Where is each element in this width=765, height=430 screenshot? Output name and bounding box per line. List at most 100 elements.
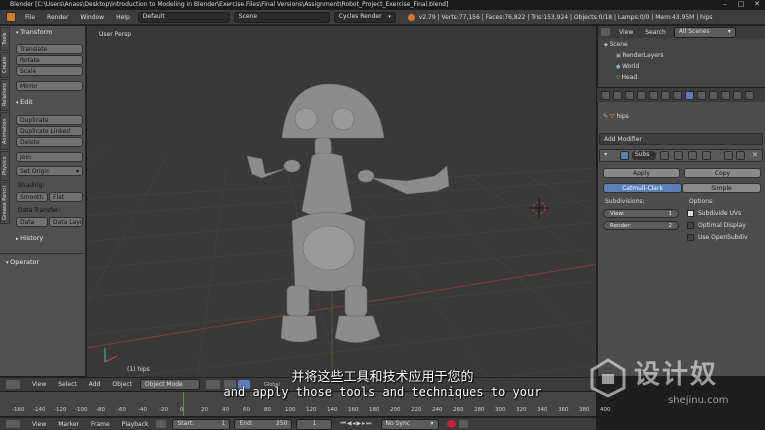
tab-physics[interactable]: Physics <box>0 151 10 181</box>
menu-render[interactable]: Render <box>41 14 74 21</box>
layout-selector[interactable]: Default <box>137 11 230 23</box>
add-modifier-dropdown[interactable]: Add Modifier <box>599 133 763 145</box>
tab-animation[interactable]: Animation <box>0 112 10 150</box>
start-frame-field[interactable]: Start: 1 <box>172 418 231 430</box>
record-icon[interactable] <box>446 420 456 428</box>
render-engine-selector[interactable]: Cycles Render ▾ <box>333 11 396 23</box>
subdivide-uvs-checkbox[interactable] <box>687 210 694 217</box>
scene-tab-icon[interactable] <box>625 91 634 100</box>
data-layout-button[interactable]: Data Layo <box>49 217 83 227</box>
range-toggle-icon[interactable] <box>156 420 167 428</box>
ruler-tick-label: -140 <box>33 407 46 413</box>
3d-cursor-icon <box>529 198 549 218</box>
outliner-item-scene[interactable]: ◆ Scene <box>604 41 628 48</box>
layers-tab-icon[interactable] <box>613 91 622 100</box>
data-tab-icon[interactable] <box>697 91 706 100</box>
menu-window[interactable]: Window <box>74 14 110 21</box>
outliner-item-renderlayers[interactable]: ▣ RenderLayers <box>616 52 664 59</box>
operator-panel-header[interactable]: ▾ Operator <box>6 258 39 266</box>
watermark-url: shejinu.com <box>668 395 729 406</box>
keying-set-icon[interactable] <box>458 420 468 428</box>
scene-selector[interactable]: Scene <box>233 11 330 23</box>
edit-mode-icon[interactable] <box>688 151 697 160</box>
optimal-display-checkbox[interactable] <box>687 222 694 229</box>
tab-tools[interactable]: Tools <box>0 27 10 51</box>
end-frame-field[interactable]: End: 250 <box>234 418 293 430</box>
simple-button[interactable]: Simple <box>682 183 761 193</box>
pin-icon[interactable]: ✎ <box>603 113 610 120</box>
tab-create[interactable]: Create <box>0 52 10 78</box>
on-cage-icon[interactable] <box>702 151 711 160</box>
history-panel-header[interactable]: ▸ History <box>16 234 43 242</box>
delete-button[interactable]: Delete <box>16 137 83 147</box>
flat-button[interactable]: Flat <box>49 192 83 202</box>
subsurf-icon <box>620 151 629 160</box>
tab-relations[interactable]: Relations <box>0 79 10 111</box>
transform-panel-header[interactable]: ▾ Transform <box>16 28 52 36</box>
translate-button[interactable]: Translate <box>16 44 83 54</box>
edit-panel-header[interactable]: ▾ Edit <box>16 98 33 106</box>
view-subdivisions-field[interactable]: View: 1 <box>603 209 679 218</box>
outliner-menu-search[interactable]: Search <box>639 29 672 36</box>
material-tab-icon[interactable] <box>709 91 718 100</box>
ruler-tick-label: 320 <box>516 407 527 413</box>
duplicate-button[interactable]: Duplicate <box>16 115 83 125</box>
mirror-button[interactable]: Mirror <box>16 81 83 91</box>
playback-controls[interactable]: ⏮◀◂▶▸⏭ <box>340 420 372 428</box>
join-button[interactable]: Join <box>16 152 83 162</box>
tab-grease-pencil[interactable]: Grease Pencil <box>0 182 10 224</box>
catmull-clark-button[interactable]: Catmull-Clark <box>603 183 682 193</box>
close-icon[interactable]: ✕ <box>752 151 758 159</box>
editor-type-icon[interactable] <box>601 28 610 36</box>
timeline-menu-marker[interactable]: Marker <box>52 421 85 428</box>
move-up-icon[interactable] <box>724 151 733 160</box>
editor-type-icon[interactable] <box>6 420 20 428</box>
set-origin-dropdown[interactable]: Set Origin ▾ <box>16 166 83 176</box>
chevron-down-icon: ▾ <box>75 168 79 175</box>
data-button[interactable]: Data <box>16 217 48 227</box>
object-tab-icon[interactable] <box>649 91 658 100</box>
modifiers-tab-icon[interactable] <box>685 91 694 100</box>
timeline-menu-view[interactable]: View <box>26 421 52 428</box>
move-down-icon[interactable] <box>736 151 745 160</box>
modifier-name-field[interactable]: Subs <box>632 151 656 160</box>
outliner-filter-select[interactable]: All Scenes ▾ <box>673 26 736 38</box>
chevron-down-icon: ▾ <box>727 28 731 35</box>
world-tab-icon[interactable] <box>637 91 646 100</box>
outliner-item-world[interactable]: ● World <box>616 63 639 70</box>
object-breadcrumb: ✎ ▽ hips <box>603 113 629 120</box>
particles-tab-icon[interactable] <box>673 91 682 100</box>
timeline-menu-frame[interactable]: Frame <box>85 421 116 428</box>
rotate-button[interactable]: Rotate <box>16 55 83 65</box>
render-subdivisions-field[interactable]: Render: 2 <box>603 221 679 230</box>
current-frame-field[interactable]: 1 <box>296 418 333 430</box>
outliner-item-head[interactable]: ▽ Head <box>616 74 637 81</box>
display-in-viewport-icon[interactable] <box>674 151 683 160</box>
physics-tab-icon[interactable] <box>733 91 742 100</box>
constraints-tab-icon[interactable] <box>661 91 670 100</box>
display-in-render-icon[interactable] <box>660 151 669 160</box>
outliner-menu-view[interactable]: View <box>613 29 639 36</box>
apply-button[interactable]: Apply <box>603 168 680 178</box>
use-opensubdiv-checkbox[interactable] <box>687 234 694 241</box>
scene-stats: v2.79 | Verts:77,156 | Faces:76,822 | Tr… <box>418 13 713 21</box>
ruler-tick-label: -120 <box>54 407 67 413</box>
collapse-toggle-icon[interactable]: ▾ <box>604 151 607 158</box>
ruler-tick-label: -20 <box>159 407 168 413</box>
3d-viewport[interactable]: User Persp (1) hips <box>87 26 596 377</box>
sync-mode-select[interactable]: No Sync ▾ <box>380 418 439 430</box>
blender-logo-icon[interactable] <box>6 12 16 22</box>
constraints-bone-tab-icon[interactable] <box>745 91 754 100</box>
timeline-menu-playback[interactable]: Playback <box>116 421 155 428</box>
scale-button[interactable]: Scale <box>16 66 83 76</box>
close-button[interactable]: ✕ <box>749 0 765 9</box>
minimize-button[interactable]: – <box>717 0 733 9</box>
menu-file[interactable]: File <box>19 14 41 21</box>
smooth-button[interactable]: Smooth <box>16 192 48 202</box>
duplicate-linked-button[interactable]: Duplicate Linked <box>16 126 83 136</box>
menu-help[interactable]: Help <box>110 14 136 21</box>
maximize-button[interactable]: □ <box>733 0 749 9</box>
copy-button[interactable]: Copy <box>684 168 761 178</box>
texture-tab-icon[interactable] <box>721 91 730 100</box>
render-tab-icon[interactable] <box>601 91 610 100</box>
